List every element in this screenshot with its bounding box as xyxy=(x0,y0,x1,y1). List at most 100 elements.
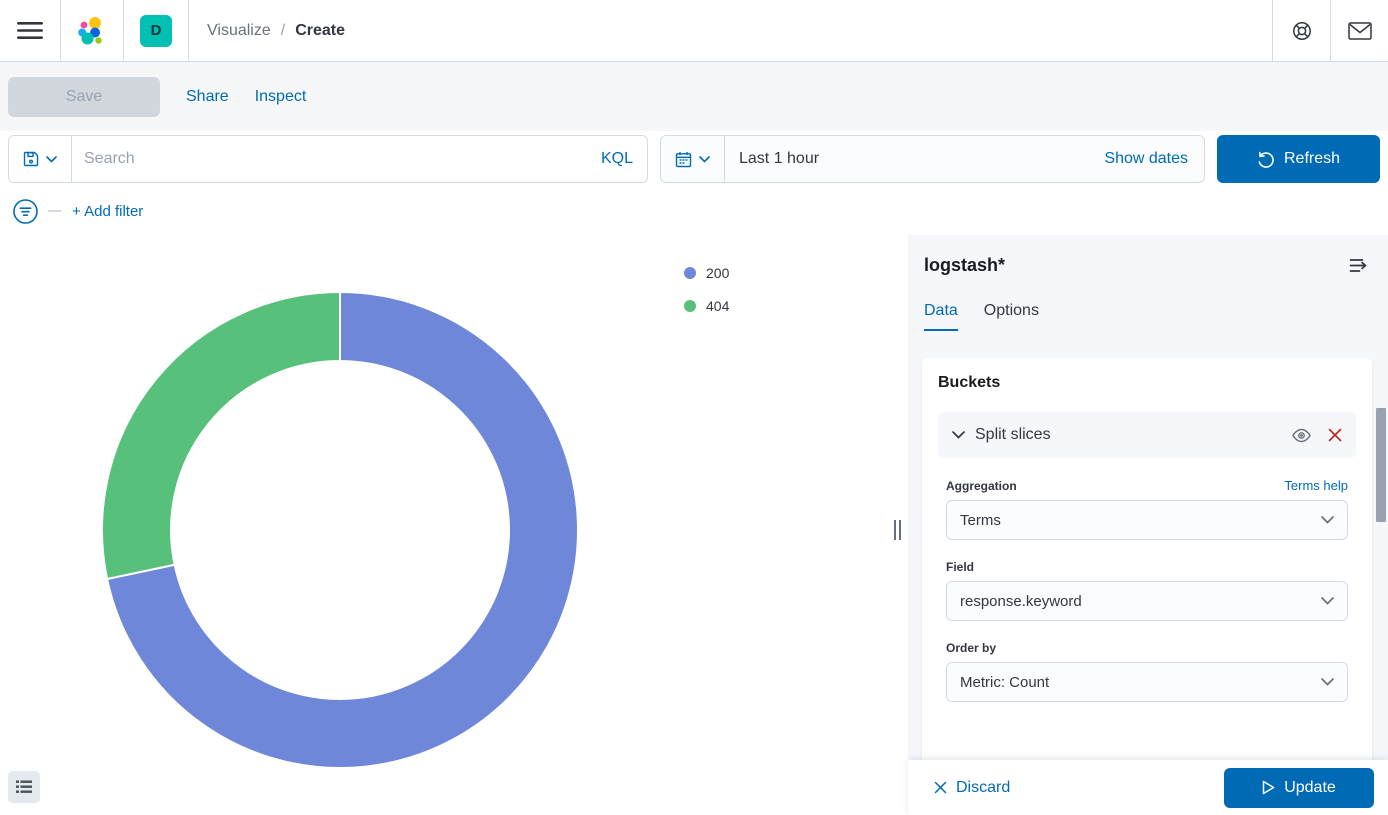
refresh-button[interactable]: Refresh xyxy=(1217,135,1380,183)
filter-bar: + Add filter xyxy=(0,187,1388,235)
order-by-group: Order by Metric: Count xyxy=(946,641,1348,702)
buckets-card: Buckets Split slices xyxy=(922,358,1372,815)
content-area: 200404 logstash* Dat xyxy=(0,235,1388,815)
elastic-logo-button[interactable] xyxy=(61,0,123,61)
donut-slice-404[interactable] xyxy=(102,292,340,579)
bucket-form: Aggregation Terms help Terms Field respo… xyxy=(938,478,1356,702)
visualize-toolbar: Save Share Inspect xyxy=(0,62,1388,131)
search-input[interactable] xyxy=(72,136,587,182)
order-by-select[interactable]: Metric: Count xyxy=(946,662,1348,702)
legend-label: 404 xyxy=(706,298,729,314)
inspect-button[interactable]: Inspect xyxy=(255,88,307,106)
elastic-logo-icon xyxy=(77,16,107,46)
editor-tabs: Data Options xyxy=(908,302,1388,331)
mail-icon xyxy=(1348,22,1372,40)
save-button[interactable]: Save xyxy=(8,77,160,117)
panel-header: logstash* xyxy=(908,235,1388,276)
field-label: Field xyxy=(946,560,974,574)
close-icon xyxy=(934,781,947,794)
breadcrumb-visualize[interactable]: Visualize xyxy=(207,22,271,40)
filter-dash-decoration xyxy=(48,210,61,212)
legend-item-404[interactable]: 404 xyxy=(684,296,729,316)
legend-item-200[interactable]: 200 xyxy=(684,263,729,283)
update-label: Update xyxy=(1284,779,1336,797)
aggregation-select[interactable]: Terms xyxy=(946,500,1348,540)
chevron-down-icon xyxy=(699,156,710,163)
newsfeed-button[interactable] xyxy=(1331,0,1388,61)
chevron-down-icon xyxy=(46,156,57,163)
breadcrumb-create: Create xyxy=(295,22,345,40)
saved-query-menu-button[interactable] xyxy=(9,136,72,182)
add-filter-button[interactable]: + Add filter xyxy=(72,203,143,220)
split-slices-accordion[interactable]: Split slices xyxy=(938,412,1356,458)
field-value: response.keyword xyxy=(960,593,1082,610)
remove-bucket-button[interactable] xyxy=(1328,428,1342,442)
tab-options[interactable]: Options xyxy=(984,302,1039,331)
help-icon xyxy=(1291,20,1313,42)
panel-resizer-gutter xyxy=(890,235,908,815)
discard-label: Discard xyxy=(956,779,1010,797)
index-pattern-title: logstash* xyxy=(924,255,1005,276)
chevron-down-icon xyxy=(952,431,965,439)
toggle-visibility-button[interactable] xyxy=(1292,428,1311,443)
calendar-icon xyxy=(675,151,692,168)
chevron-down-icon xyxy=(1321,597,1334,605)
visualization-chart-area: 200 404 xyxy=(0,235,890,815)
space-switcher[interactable]: D xyxy=(124,0,188,61)
editor-footer: Discard Update xyxy=(908,760,1388,815)
date-picker-control: Last 1 hour Show dates xyxy=(660,135,1205,183)
discard-button[interactable]: Discard xyxy=(934,779,1010,797)
breadcrumb: Visualize / Create xyxy=(207,22,345,40)
play-icon xyxy=(1262,780,1275,795)
filter-icon[interactable] xyxy=(12,198,39,225)
update-button[interactable]: Update xyxy=(1224,768,1374,808)
breadcrumb-separator: / xyxy=(281,22,285,40)
legend-dot xyxy=(684,267,696,279)
save-query-icon xyxy=(23,151,39,167)
donut-chart[interactable] xyxy=(100,290,580,770)
eye-icon xyxy=(1292,428,1311,443)
menu-button[interactable] xyxy=(0,0,60,61)
show-dates-button[interactable]: Show dates xyxy=(1104,150,1204,168)
menu-right-icon xyxy=(1349,257,1368,274)
terms-help-link[interactable]: Terms help xyxy=(1284,478,1348,493)
field-select[interactable]: response.keyword xyxy=(946,581,1348,621)
top-bar-right xyxy=(1272,0,1388,61)
aggregation-value: Terms xyxy=(960,512,1001,529)
legend-toggle-button[interactable] xyxy=(8,771,40,803)
help-button[interactable] xyxy=(1273,0,1330,61)
split-slices-label: Split slices xyxy=(975,426,1051,444)
order-by-value: Metric: Count xyxy=(960,674,1049,691)
close-icon xyxy=(1328,428,1342,442)
search-control: KQL xyxy=(8,135,648,183)
legend-dot xyxy=(684,300,696,312)
vis-editor-panel: logstash* Data Options Buckets Split sl xyxy=(908,235,1388,815)
buckets-title: Buckets xyxy=(938,374,1356,392)
order-by-label: Order by xyxy=(946,641,996,655)
collapse-panel-button[interactable] xyxy=(1347,255,1370,276)
divider xyxy=(188,0,189,61)
accordion-actions xyxy=(1292,428,1342,443)
hamburger-icon xyxy=(16,21,44,40)
chevron-down-icon xyxy=(1321,678,1334,686)
query-bar: KQL Last 1 hour Show dates Refresh xyxy=(0,131,1388,187)
list-icon xyxy=(16,780,32,794)
kql-syntax-button[interactable]: KQL xyxy=(587,150,647,168)
field-group: Field response.keyword xyxy=(946,560,1348,621)
aggregation-label: Aggregation xyxy=(946,479,1017,493)
chevron-down-icon xyxy=(1321,516,1334,524)
panel-resize-handle[interactable] xyxy=(894,520,901,540)
panel-scrollbar-thumb[interactable] xyxy=(1376,408,1386,522)
aggregation-group: Aggregation Terms help Terms xyxy=(946,478,1348,540)
space-badge: D xyxy=(140,15,172,47)
top-chrome-bar: D Visualize / Create xyxy=(0,0,1388,62)
legend-label: 200 xyxy=(706,265,729,281)
share-button[interactable]: Share xyxy=(186,88,229,106)
refresh-label: Refresh xyxy=(1284,150,1340,168)
time-range-value[interactable]: Last 1 hour xyxy=(725,150,1104,168)
date-quick-menu-button[interactable] xyxy=(661,136,725,182)
top-bar-left: D Visualize / Create xyxy=(0,0,345,61)
chart-legend: 200 404 xyxy=(684,263,729,316)
refresh-icon xyxy=(1257,151,1274,168)
tab-data[interactable]: Data xyxy=(924,302,958,331)
